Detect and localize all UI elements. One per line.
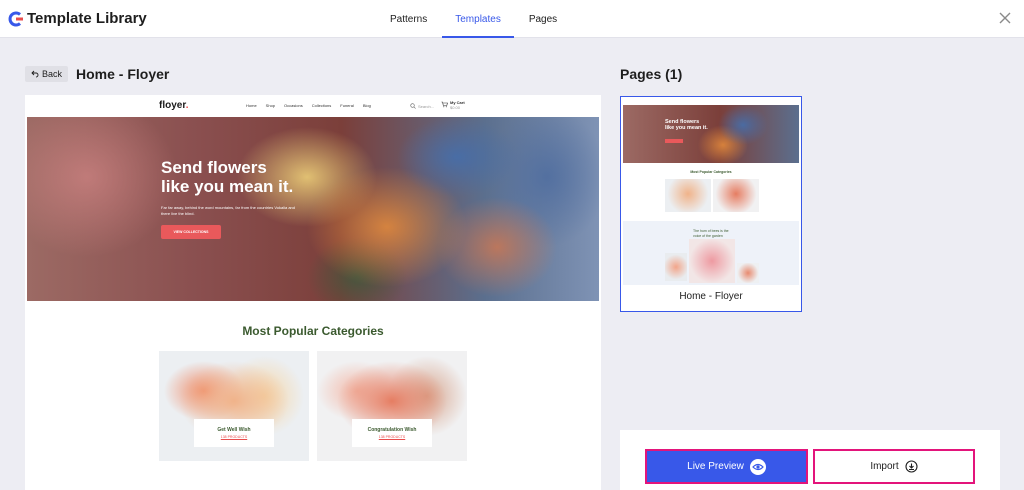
tab-pages[interactable]: Pages: [515, 0, 571, 38]
app-logo: Template Library: [8, 10, 147, 27]
import-label: Import: [870, 461, 899, 472]
preview-categories-title: Most Popular Categories: [242, 324, 384, 338]
preview-hero-image: Send flowers like you mean it. Far far a…: [27, 117, 599, 301]
preview-menu-item: Blog: [362, 103, 371, 108]
thumbnail-caption: Home - Floyer: [679, 291, 743, 302]
back-button[interactable]: Back: [25, 66, 69, 82]
preview-cart-amount: $0.00: [450, 104, 461, 110]
category-label: Get Well Wish 138 PRODUCTS: [194, 419, 274, 447]
top-bar: Template Library Patterns Templates Page…: [0, 0, 1024, 38]
category-name: Congratulation Wish: [367, 427, 417, 433]
search-icon: [410, 103, 416, 109]
thumbnail-hero-title: Send flowers like you mean it.: [665, 119, 708, 131]
back-label: Back: [42, 69, 63, 79]
import-button[interactable]: Import: [813, 449, 975, 484]
preview-hero-button: VIEW COLLECTIONS: [161, 225, 221, 239]
live-preview-label: Live Preview: [687, 461, 744, 472]
live-preview-button[interactable]: Live Preview: [645, 449, 808, 484]
template-title: Home - Floyer: [76, 66, 170, 82]
eye-icon: [749, 458, 766, 475]
preview-hero-text: Far far away, behind the word mountains,…: [161, 205, 295, 216]
tab-bar: Patterns Templates Pages: [376, 0, 571, 38]
preview-cart: My Cart $0.00: [441, 100, 465, 111]
thumbnail-category-card: [713, 179, 759, 212]
preview-search: Search...: [410, 103, 434, 109]
preview-logo-dot: .: [185, 100, 189, 111]
thumbnail-category-card: [665, 179, 711, 212]
thumbnail-section-line: The hum of bees is the: [693, 229, 729, 233]
download-icon: [905, 460, 918, 473]
tab-templates[interactable]: Templates: [441, 0, 515, 38]
tab-patterns[interactable]: Patterns: [376, 0, 441, 38]
thumbnail-image: Send flowers like you mean it. Most Popu…: [623, 99, 799, 285]
pages-panel-title: Pages (1): [620, 66, 683, 82]
preview-menu-item: Shop: [265, 103, 276, 108]
app-title: Template Library: [27, 10, 147, 27]
thumbnail-section-text: The hum of bees is the voice of the gard…: [693, 229, 729, 238]
cart-icon: [441, 101, 448, 108]
thumbnail-hero-line: like you mean it.: [665, 125, 708, 132]
preview-menu-item: Funeral: [340, 103, 354, 108]
preview-menu-item: Home: [246, 103, 257, 108]
preview-site-logo: floyer.: [159, 100, 188, 111]
thumbnail-section-line: voice of the garden: [693, 233, 723, 238]
preview-category-card: Get Well Wish 138 PRODUCTS: [159, 351, 309, 461]
category-count: 138 PRODUCTS: [378, 435, 406, 439]
category-label: Congratulation Wish 138 PRODUCTS: [352, 419, 432, 447]
preview-navbar: floyer. Home Shop Occasions Collections …: [25, 95, 601, 117]
thumbnail-flower-image: [689, 239, 735, 283]
thumbnail-categories-title: Most Popular Categories: [690, 170, 732, 174]
thumbnail-flower-image: [665, 253, 687, 281]
thumbnail-hero-button: [665, 139, 683, 143]
logo-icon: [8, 11, 23, 26]
preview-search-placeholder: Search...: [418, 103, 435, 109]
preview-category-card: Congratulation Wish 138 PRODUCTS: [317, 351, 467, 461]
preview-logo-text: floyer: [159, 100, 186, 111]
page-thumbnail[interactable]: Send flowers like you mean it. Most Popu…: [620, 96, 802, 312]
preview-menu-item: Collections: [311, 103, 332, 108]
hero-title-line: Send flowers: [161, 158, 267, 177]
preview-menu-item: Occasions: [284, 103, 303, 108]
template-preview[interactable]: floyer. Home Shop Occasions Collections …: [25, 95, 601, 490]
thumbnail-hero: [623, 105, 799, 163]
preview-hero-title: Send flowers like you mean it.: [161, 158, 294, 196]
category-count: 138 PRODUCTS: [220, 435, 248, 439]
back-arrow-icon: [31, 70, 39, 78]
hero-title-line: like you mean it.: [161, 176, 294, 196]
thumbnail-flower-image: [737, 263, 759, 283]
category-name: Get Well Wish: [217, 427, 251, 433]
close-icon[interactable]: [998, 11, 1012, 25]
preview-menu: Home Shop Occasions Collections Funeral …: [246, 103, 371, 108]
